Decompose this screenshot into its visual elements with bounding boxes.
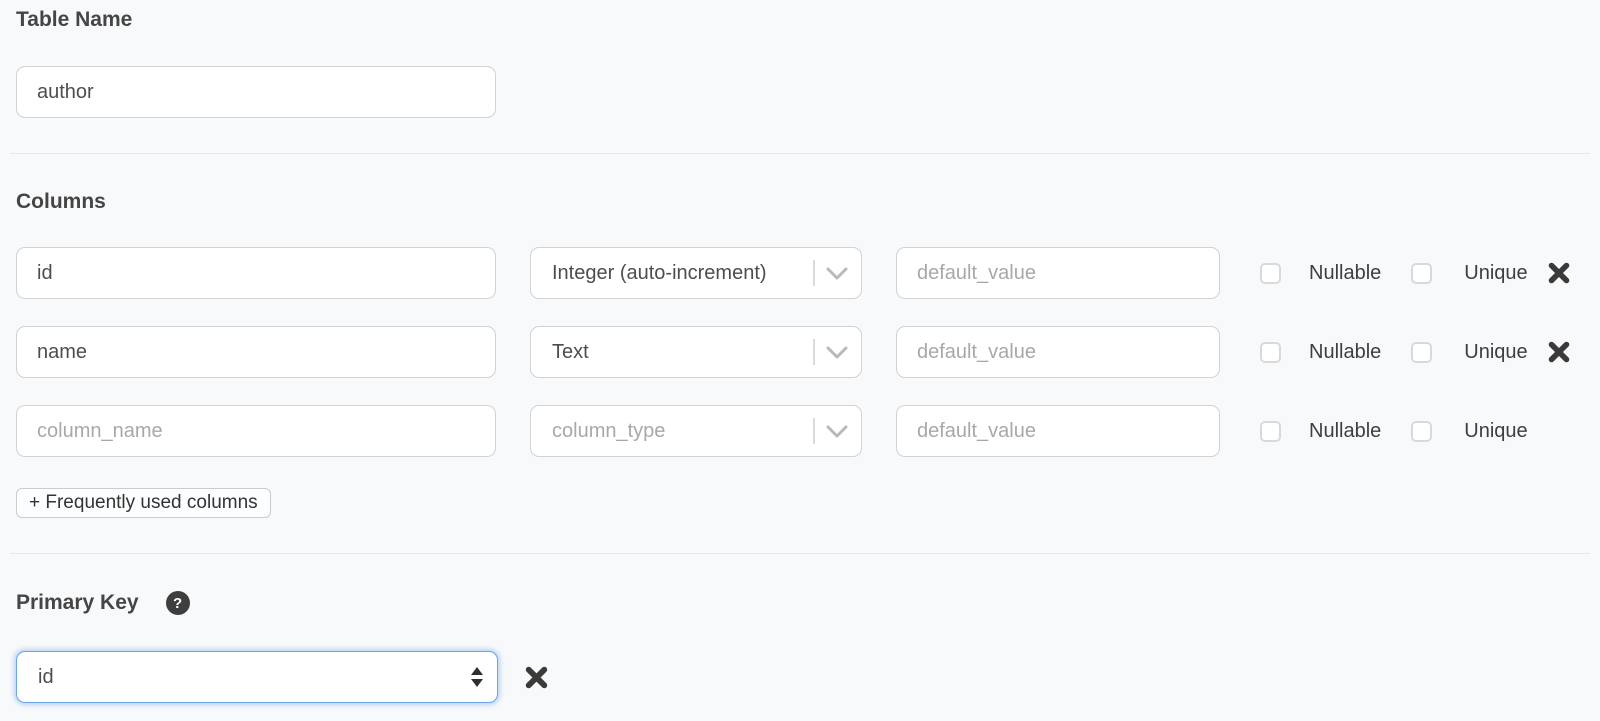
chevron-down-icon (826, 425, 848, 438)
default-value-input[interactable] (896, 326, 1220, 378)
columns-heading: Columns (0, 190, 1600, 214)
section-divider (10, 153, 1590, 154)
help-icon[interactable]: ? (166, 591, 190, 615)
nullable-checkbox[interactable] (1260, 263, 1281, 284)
column-row: column_type Nullable Unique (16, 405, 1600, 457)
frequently-used-columns-button[interactable]: + Frequently used columns (16, 488, 271, 518)
table-name-input[interactable] (16, 66, 496, 118)
unique-label[interactable]: Unique (1464, 262, 1527, 285)
table-name-heading: Table Name (0, 8, 1600, 32)
column-type-placeholder: column_type (552, 420, 665, 443)
nullable-checkbox[interactable] (1260, 342, 1281, 363)
unique-label[interactable]: Unique (1464, 420, 1527, 443)
nullable-label[interactable]: Nullable (1309, 262, 1381, 285)
section-divider (10, 553, 1590, 554)
primary-key-selected-value: id (38, 666, 54, 689)
nullable-label[interactable]: Nullable (1309, 341, 1381, 364)
dropdown-separator (813, 260, 815, 286)
remove-column-button[interactable] (1546, 261, 1572, 285)
column-type-value: Text (552, 341, 589, 364)
default-value-input[interactable] (896, 247, 1220, 299)
column-row: Integer (auto-increment) Nullable Unique (16, 247, 1600, 299)
chevron-down-icon (826, 267, 848, 280)
primary-key-select[interactable]: id (16, 651, 498, 703)
dropdown-separator (813, 418, 815, 444)
primary-key-heading: Primary Key (16, 591, 139, 615)
column-name-input[interactable] (16, 326, 496, 378)
column-type-value: Integer (auto-increment) (552, 262, 767, 285)
column-type-dropdown[interactable]: Text (530, 326, 862, 378)
select-up-down-arrows-icon (471, 667, 483, 687)
create-table-form: Table Name Columns Integer (auto-increme… (0, 0, 1600, 721)
column-type-dropdown[interactable]: column_type (530, 405, 862, 457)
unique-label[interactable]: Unique (1464, 341, 1527, 364)
primary-key-heading-row: Primary Key ? (0, 591, 1600, 615)
dropdown-separator (813, 339, 815, 365)
remove-column-button[interactable] (1546, 340, 1572, 364)
column-name-input[interactable] (16, 405, 496, 457)
unique-checkbox[interactable] (1411, 263, 1432, 284)
remove-primary-key-button[interactable] (523, 665, 550, 690)
unique-checkbox[interactable] (1411, 421, 1432, 442)
column-row: Text Nullable Unique (16, 326, 1600, 378)
column-type-dropdown[interactable]: Integer (auto-increment) (530, 247, 862, 299)
column-name-input[interactable] (16, 247, 496, 299)
default-value-input[interactable] (896, 405, 1220, 457)
unique-checkbox[interactable] (1411, 342, 1432, 363)
chevron-down-icon (826, 346, 848, 359)
primary-key-row: id (16, 651, 1600, 703)
nullable-label[interactable]: Nullable (1309, 420, 1381, 443)
column-rows: Integer (auto-increment) Nullable Unique… (16, 247, 1600, 457)
x-cross-icon (1546, 261, 1572, 285)
x-cross-icon (1546, 340, 1572, 364)
nullable-checkbox[interactable] (1260, 421, 1281, 442)
x-cross-icon (523, 665, 550, 690)
